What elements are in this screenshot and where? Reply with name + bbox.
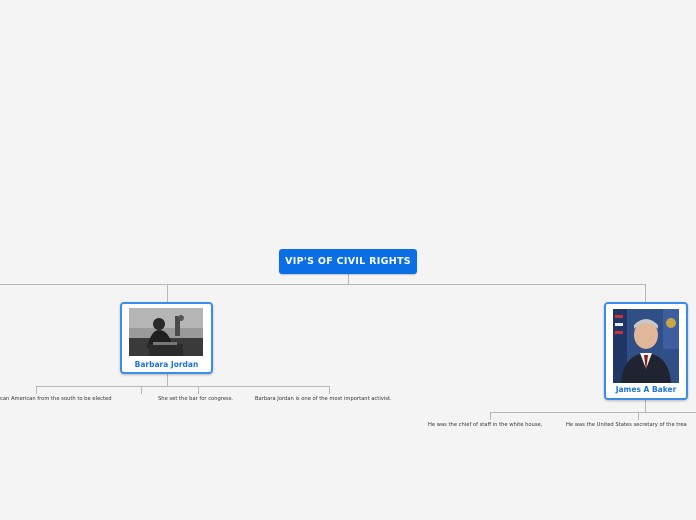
subtopic-jordan-fact-1[interactable]: can American from the south to be electe…: [0, 396, 112, 402]
topic-barbara-jordan[interactable]: Barbara Jordan: [120, 302, 213, 374]
subtopic-jordan-fact-3[interactable]: Barbara Jordan is one of the most import…: [255, 396, 392, 402]
connector-baker-fact-2: [638, 412, 639, 420]
central-topic[interactable]: VIP'S OF CIVIL RIGHTS: [279, 249, 417, 274]
connector-baker-bus: [490, 412, 696, 413]
connector-jordan-bus: [36, 386, 329, 387]
central-topic-label: VIP'S OF CIVIL RIGHTS: [285, 256, 411, 267]
connector-jordan-fact-3: [329, 386, 330, 394]
connector-jordan-fact-2a: [141, 386, 142, 394]
connector-baker-stem: [645, 399, 646, 412]
topic-james-a-baker[interactable]: James A Baker: [604, 302, 688, 400]
topic-label-james-a-baker: James A Baker: [615, 385, 677, 394]
topic-label-barbara-jordan: Barbara Jordan: [134, 360, 199, 369]
connector-baker-fact-1: [490, 412, 491, 420]
connector-jordan-fact-2b: [198, 386, 199, 394]
james-baker-photo-icon: [613, 309, 679, 383]
subtopic-jordan-fact-2[interactable]: She set the bar for congress.: [158, 396, 233, 402]
connector-root-stem: [348, 274, 349, 284]
connector-to-jordan: [167, 284, 168, 302]
subtopic-baker-fact-2[interactable]: He was the United States secretary of th…: [566, 422, 687, 428]
connector-main-bus: [0, 284, 645, 285]
subtopic-baker-fact-1[interactable]: He was the chief of staff in the white h…: [428, 422, 542, 428]
connector-jordan-stem: [167, 373, 168, 386]
connector-jordan-fact-1: [36, 386, 37, 394]
connector-to-baker: [645, 284, 646, 302]
barbara-jordan-photo-icon: [129, 308, 203, 356]
